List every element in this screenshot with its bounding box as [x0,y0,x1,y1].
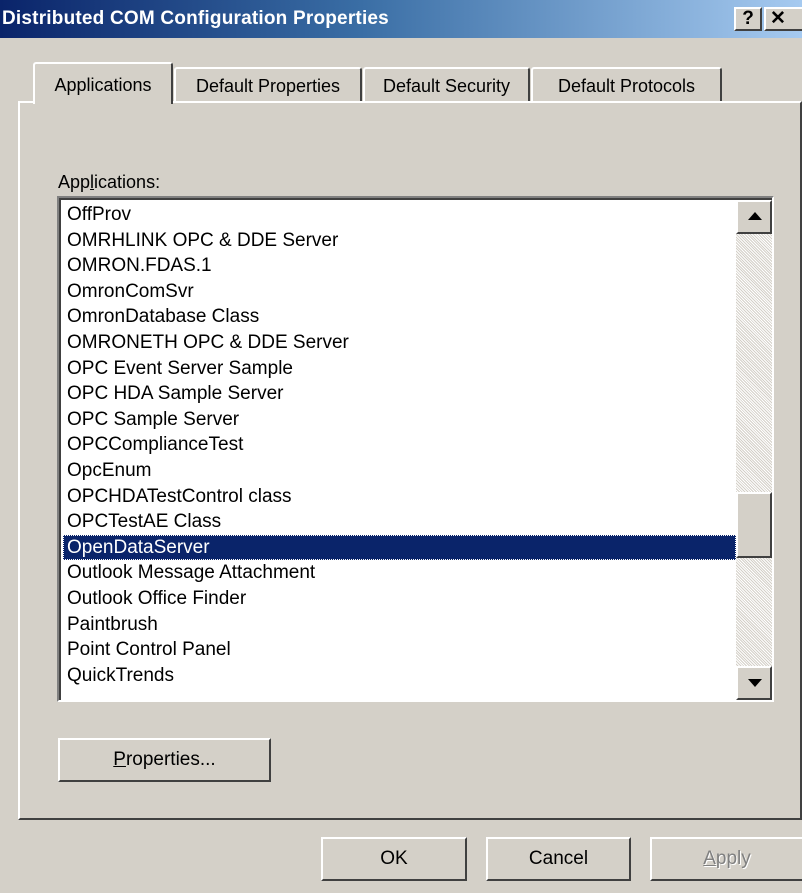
tab-applications[interactable]: Applications [33,62,173,104]
scroll-thumb[interactable] [736,492,772,558]
list-item[interactable]: QuickTrends [63,663,736,689]
applications-label: Applications: [58,172,161,192]
applications-list[interactable]: OffProv OMRHLINK OPC & DDE Server OMRON.FD… [63,202,736,688]
scroll-down-button[interactable] [736,666,772,700]
list-item[interactable]: OPCTestAE Class [63,509,736,535]
tab-default-protocols[interactable]: Default Protocols [531,67,722,105]
list-item[interactable]: Point Control Panel [63,637,736,663]
list-item[interactable]: Outlook Office Finder [63,586,736,612]
list-item[interactable]: OmronComSvr [63,279,736,305]
list-item[interactable]: OpcEnum [63,458,736,484]
list-item[interactable]: OPCHDATestControl class [63,484,736,510]
list-item[interactable]: OMRON.FDAS.1 [63,253,736,279]
list-item[interactable]: OPC Sample Server [63,407,736,433]
applications-listbox[interactable]: OffProv OMRHLINK OPC & DDE Server OMRON.FD… [57,196,774,702]
vertical-scrollbar[interactable] [736,200,772,700]
list-item[interactable]: OpenDataServer [63,534,736,561]
arrow-down-icon [748,679,762,687]
tab-default-security[interactable]: Default Security [363,67,530,105]
access-key: l [90,172,95,192]
access-key: A [703,848,716,869]
list-item[interactable]: OPC HDA Sample Server [63,381,736,407]
list-item[interactable]: Paintbrush [63,612,736,638]
list-item[interactable]: OMRHLINK OPC & DDE Server [63,228,736,254]
list-item[interactable]: OmronDatabase Class [63,304,736,330]
list-item[interactable]: OPCComplianceTest [63,432,736,458]
title-bar[interactable]: Distributed COM Configuration Properties… [0,0,802,38]
list-item[interactable]: OMRONETH OPC & DDE Server [63,330,736,356]
access-key: P [113,749,126,770]
ok-button[interactable]: OK [321,837,467,881]
close-button[interactable]: ✕ [764,7,802,31]
help-button[interactable]: ? [734,7,762,31]
properties-button[interactable]: Properties... [58,738,271,782]
tab-default-properties[interactable]: Default Properties [174,67,362,105]
cancel-button[interactable]: Cancel [486,837,631,881]
arrow-up-icon [748,212,762,220]
list-item[interactable]: OPC Event Server Sample [63,356,736,382]
list-item[interactable]: Outlook Message Attachment [63,560,736,586]
scroll-up-button[interactable] [736,200,772,234]
window-title: Distributed COM Configuration Properties [2,8,389,29]
apply-button[interactable]: Apply [650,837,802,881]
list-item[interactable]: OffProv [63,202,736,228]
